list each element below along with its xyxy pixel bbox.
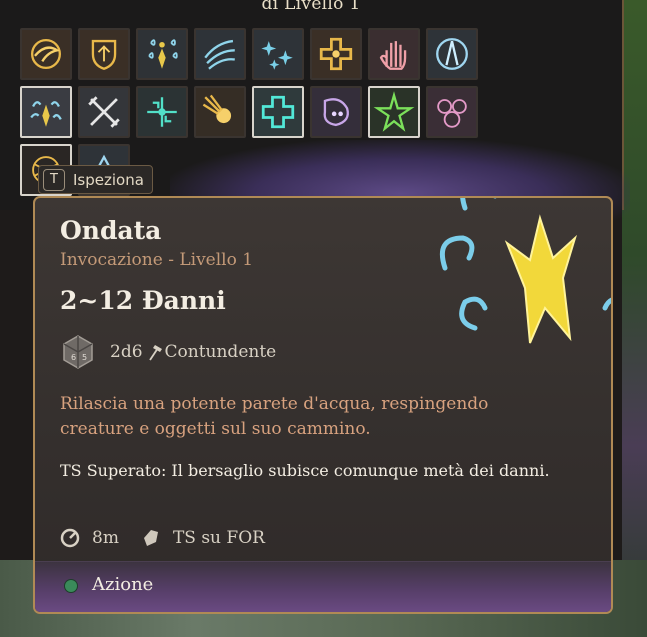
- action-label: Azione: [92, 574, 154, 595]
- saving-throw-icon: [143, 530, 158, 546]
- range-icon: [60, 528, 80, 548]
- inspect-key-badge: T: [43, 168, 65, 191]
- saving-throw: TS su FOR: [172, 528, 265, 548]
- stats-row: 8m TS su FOR: [60, 528, 265, 548]
- svg-text:5: 5: [82, 353, 87, 362]
- range-value: 8m: [92, 528, 119, 548]
- spell-slot-sparkles[interactable]: [252, 28, 304, 80]
- spell-slot-healing-cross[interactable]: [252, 86, 304, 138]
- holy-cross-icon: [312, 30, 360, 78]
- bird-lines-icon: [196, 30, 244, 78]
- spell-slot-wave-figure[interactable]: [20, 86, 72, 138]
- bludgeoning-icon: [148, 345, 162, 361]
- healing-cross-icon: [254, 88, 302, 136]
- skull-cluster-icon: [428, 88, 476, 136]
- sun-bird-icon: [22, 30, 70, 78]
- water-figure-icon: [138, 30, 186, 78]
- spell-subtitle: Invocazione - Livello 1: [60, 250, 254, 270]
- spell-slot-sun-bird[interactable]: [20, 28, 72, 80]
- spell-slot-skull-wisp[interactable]: [310, 86, 362, 138]
- spell-slot-radiant-shield[interactable]: [78, 28, 130, 80]
- spell-slot-raised-hand[interactable]: [368, 28, 420, 80]
- comet-icon: [196, 88, 244, 136]
- background-foliage: [622, 0, 647, 637]
- circuit-cross-icon: [138, 88, 186, 136]
- spell-title: Ondata: [60, 216, 162, 245]
- dice-icon: 6 5: [63, 335, 93, 369]
- spell-slot-circuit-cross[interactable]: [136, 86, 188, 138]
- panel-title: di Livello 1: [261, 0, 361, 14]
- spell-slot-praying-hands[interactable]: [426, 28, 478, 80]
- green-star-icon: [370, 88, 418, 136]
- action-dot-icon: [65, 580, 77, 592]
- inspect-hint[interactable]: T Ispeziona: [38, 165, 153, 194]
- damage-dice-row: 6 5 2d6 Contundente: [60, 334, 276, 370]
- skull-wisp-icon: [312, 88, 360, 136]
- wave-spell-art-icon: [439, 198, 611, 344]
- radiant-shield-icon: [80, 30, 128, 78]
- save-effect: TS Superato: Il bersaglio subisce comunq…: [60, 461, 550, 480]
- spell-slot-comet[interactable]: [194, 86, 246, 138]
- dice-value: 2d6: [110, 342, 143, 362]
- spell-slot-skull-cluster[interactable]: [426, 86, 478, 138]
- spell-slot-crossed-swords[interactable]: [78, 86, 130, 138]
- crossed-swords-icon: [80, 88, 128, 136]
- inspect-label: Ispeziona: [73, 170, 144, 189]
- spell-description: Rilascia una potente parete d'acqua, res…: [60, 394, 489, 439]
- svg-text:6: 6: [71, 353, 76, 362]
- wave-figure-icon: [22, 88, 70, 136]
- sparkles-icon: [254, 30, 302, 78]
- raised-hand-icon: [370, 30, 418, 78]
- damage-type: Contundente: [164, 342, 277, 362]
- spell-slot-water-figure[interactable]: [136, 28, 188, 80]
- praying-hands-icon: [428, 30, 476, 78]
- spell-tooltip: Ondata Invocazione - Livello 1 2~12 Đann…: [33, 196, 613, 614]
- spell-slot-bird-lines[interactable]: [194, 28, 246, 80]
- action-cost-bar: Azione: [35, 561, 611, 612]
- spell-slot-holy-cross[interactable]: [310, 28, 362, 80]
- spell-slot-green-star[interactable]: [368, 86, 420, 138]
- spell-damage: 2~12 Đanni: [60, 286, 226, 315]
